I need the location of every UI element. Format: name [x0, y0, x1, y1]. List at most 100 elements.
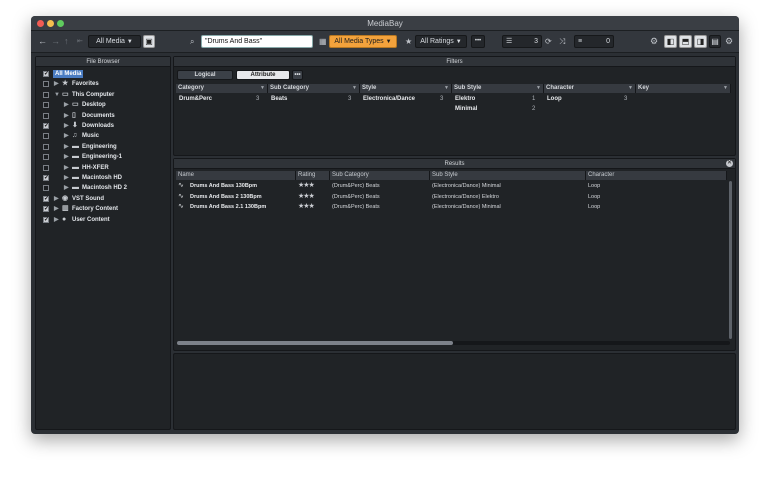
tree-checkbox[interactable] [43, 69, 49, 79]
chevron-down-icon[interactable]: ▼ [260, 84, 265, 93]
filter-column-header[interactable]: Sub Style ▼ [452, 84, 544, 93]
ratings-dropdown[interactable]: All Ratings ▼ [415, 35, 467, 48]
more-options-icon[interactable]: ••• [292, 70, 303, 80]
tree-item[interactable]: All Media [36, 69, 174, 79]
horizontal-scroll-thumb[interactable] [177, 341, 453, 345]
tree-item[interactable]: ▶◉VST Sound [36, 194, 174, 204]
results-column-header[interactable]: Sub Category [330, 171, 430, 180]
results-column-header[interactable]: Name [176, 171, 296, 180]
location-icon[interactable]: ⇤ [77, 36, 83, 47]
chevron-down-icon[interactable]: ▼ [352, 84, 357, 93]
tree-checkbox[interactable] [43, 91, 49, 98]
tree-item[interactable]: ▶ ▬ HH-XFER [36, 163, 174, 173]
filter-column-header[interactable]: Key ▼ [636, 84, 731, 93]
layout-right-icon[interactable]: ◨ [694, 35, 707, 48]
tree-item[interactable]: ▶ ▬ Engineering-1 [36, 152, 174, 162]
chevron-down-icon[interactable]: ▼ [444, 84, 449, 93]
expand-triangle-icon[interactable]: ▶ [64, 183, 69, 193]
filter-column-header[interactable]: Sub Category ▼ [268, 84, 360, 93]
expand-triangle-icon[interactable]: ▶ [64, 173, 69, 183]
expand-triangle-icon[interactable]: ▶ [54, 215, 59, 225]
back-arrow-icon[interactable]: ← [38, 36, 47, 47]
expand-triangle-icon[interactable]: ▶ [54, 79, 59, 89]
filter-value[interactable]: Drum&Perc [179, 95, 212, 104]
tree-checkbox[interactable] [43, 215, 49, 225]
tree-checkbox[interactable] [43, 173, 49, 183]
filter-value[interactable]: Minimal [455, 105, 477, 114]
media-filter-dropdown[interactable]: All Media ▼ [88, 35, 141, 48]
result-name[interactable]: Drums And Bass 130Bpm [190, 181, 257, 191]
tree-item[interactable]: ▶▬Macintosh HD [36, 173, 174, 183]
tree-checkbox[interactable] [43, 194, 49, 204]
media-types-dropdown[interactable]: All Media Types ▼ [329, 35, 397, 48]
tree-item[interactable]: ▶ ▬ Macintosh HD 2 [36, 183, 174, 193]
tree-checkbox[interactable] [43, 112, 49, 119]
chevron-down-icon[interactable]: ▼ [536, 84, 541, 93]
tree-item[interactable]: ▶ ★ Favorites [36, 79, 174, 89]
up-arrow-icon[interactable]: ↑ [64, 36, 69, 47]
tree-item[interactable]: ▶ ▯ Documents [36, 111, 174, 121]
tree-checkbox[interactable] [43, 154, 49, 161]
expand-triangle-icon[interactable]: ▶ [64, 152, 69, 162]
layout-left-icon[interactable]: ◧ [664, 35, 677, 48]
tree-checkbox[interactable] [43, 143, 49, 150]
filter-column-header[interactable]: Style ▼ [360, 84, 452, 93]
chevron-down-icon[interactable]: ▼ [723, 84, 728, 93]
results-settings-icon[interactable]: ✕ [726, 160, 733, 167]
layout-top-icon[interactable]: ⬒ [679, 35, 692, 48]
layout-preview-icon[interactable]: ▤ [709, 35, 721, 48]
results-column-header[interactable]: Sub Style [430, 171, 586, 180]
tree-item[interactable]: ▶ ▭ Desktop [36, 100, 174, 110]
horizontal-scrollbar[interactable] [177, 341, 730, 345]
rating-stars[interactable]: ★★★ [298, 192, 315, 202]
tree-checkbox[interactable] [43, 102, 49, 109]
computer-view-icon[interactable]: ▣ [143, 35, 155, 48]
tree-item[interactable]: ▶ ♫ Music [36, 131, 174, 141]
refresh-icon[interactable]: ⟳ [545, 36, 552, 47]
vertical-scroll-thumb[interactable] [729, 181, 732, 339]
tree-checkbox[interactable] [43, 81, 49, 88]
gear-icon[interactable]: ⚙ [650, 36, 658, 47]
filter-value[interactable]: Loop [547, 95, 562, 104]
tree-item[interactable]: ▶⬇ Downloads [36, 121, 174, 131]
expand-triangle-icon[interactable]: ▶ [64, 121, 69, 131]
expand-triangle-icon[interactable]: ▶ [64, 100, 69, 110]
tree-item[interactable]: ▶ ▬ Engineering [36, 142, 174, 152]
vertical-scrollbar[interactable] [729, 181, 732, 339]
filter-column-header[interactable]: Character ▼ [544, 84, 636, 93]
expand-triangle-icon[interactable]: ▶ [54, 194, 59, 204]
tab-logical[interactable]: Logical [177, 70, 233, 80]
tree-checkbox[interactable] [43, 185, 49, 192]
expand-triangle-icon[interactable]: ▶ [64, 131, 69, 141]
filter-value[interactable]: Beats [271, 95, 287, 104]
filter-value[interactable]: Electronica/Dance [363, 95, 415, 104]
expand-triangle-icon[interactable]: ▶ [64, 163, 69, 173]
expand-triangle-icon[interactable]: ▶ [64, 111, 69, 121]
expand-triangle-icon[interactable]: ▶ [64, 142, 69, 152]
filter-value[interactable]: Elektro [455, 95, 475, 104]
options-icon[interactable]: ••• [471, 35, 485, 48]
expand-triangle-icon[interactable]: ▼ [54, 90, 60, 100]
result-name[interactable]: Drums And Bass 2.1 130Bpm [190, 202, 266, 212]
rating-stars[interactable]: ★★★ [298, 181, 315, 191]
results-column-header[interactable]: Character [586, 171, 727, 180]
results-column-header[interactable]: Rating [296, 171, 330, 180]
window-title: MediaBay [367, 19, 403, 28]
expand-triangle-icon[interactable]: ▶ [54, 204, 59, 214]
shuffle-icon[interactable]: ⤨ [559, 36, 565, 47]
tree-item[interactable]: ▼ ▭ This Computer [36, 90, 174, 100]
chevron-down-icon[interactable]: ▼ [628, 84, 633, 93]
settings-gear-icon[interactable]: ⚙ [725, 36, 733, 47]
rating-stars[interactable]: ★★★ [298, 202, 315, 212]
tree-checkbox[interactable] [43, 204, 49, 214]
tab-attribute[interactable]: Attribute [236, 70, 290, 80]
tree-checkbox[interactable] [43, 164, 49, 171]
tree-item[interactable]: ▶▥Factory Content [36, 204, 174, 214]
forward-arrow-icon[interactable]: → [51, 36, 60, 47]
result-name[interactable]: Drums And Bass 2 130Bpm [190, 192, 262, 202]
search-input[interactable]: "Drums And Bass" [201, 35, 313, 48]
tree-checkbox[interactable] [43, 133, 49, 140]
tree-item[interactable]: ▶● User Content [36, 215, 174, 225]
tree-checkbox[interactable] [43, 121, 49, 131]
filter-column-header[interactable]: Category ▼ [176, 84, 268, 93]
